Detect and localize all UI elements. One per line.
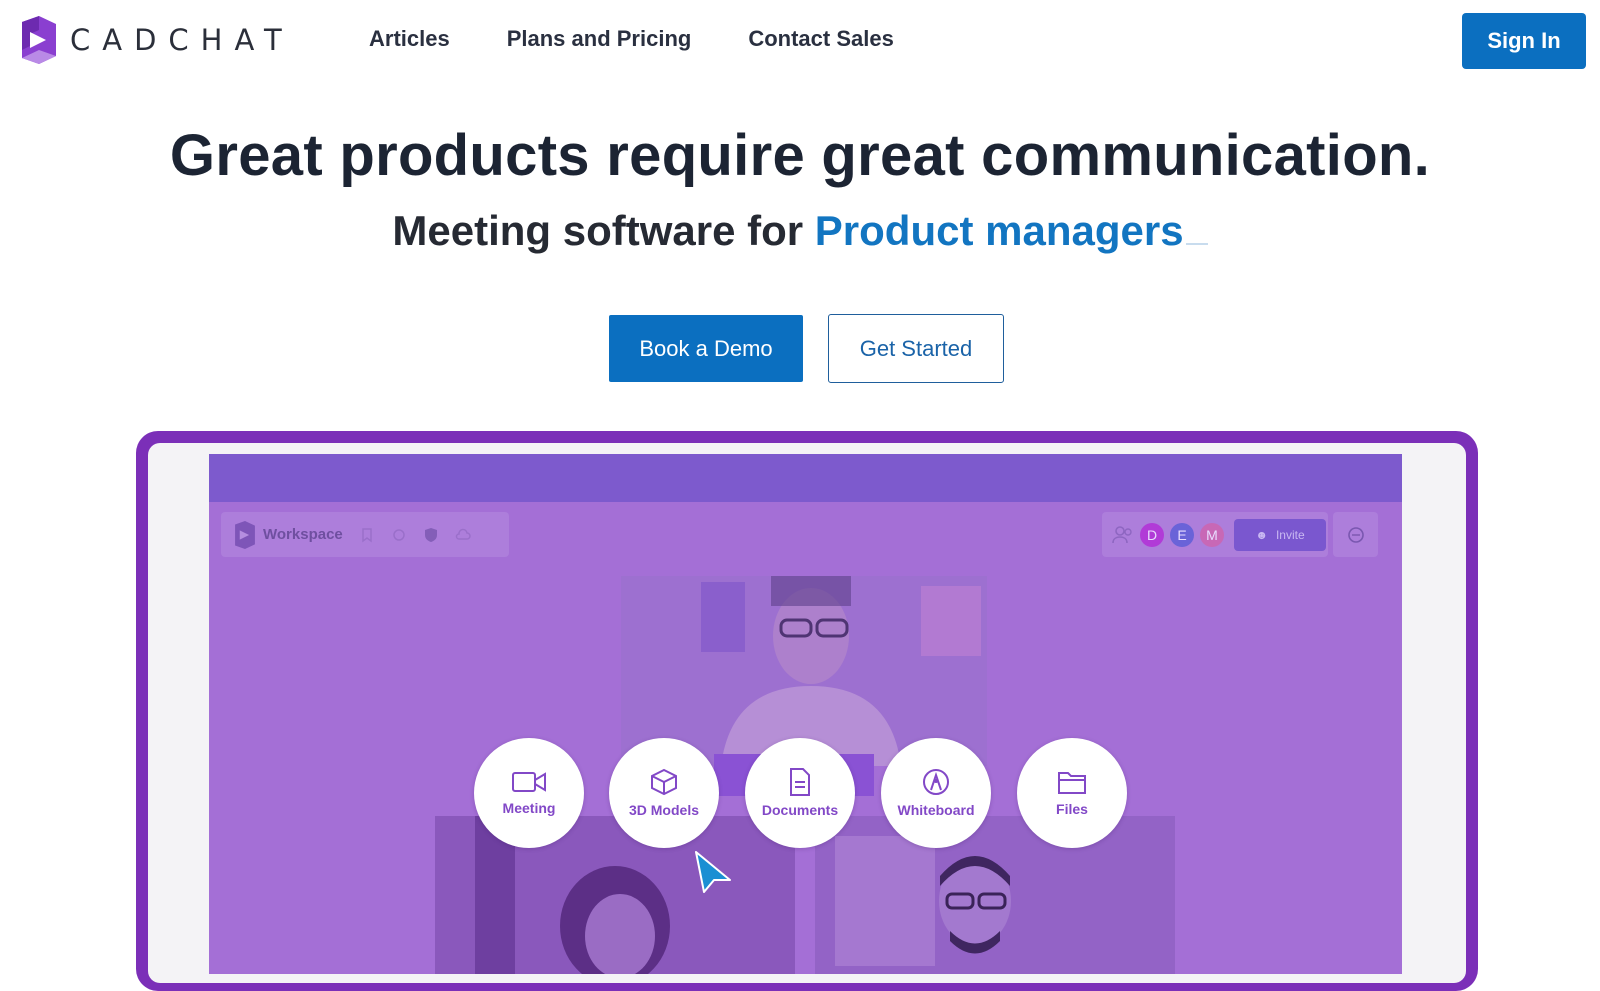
feature-label: Files [1056,801,1088,817]
workspace-logo-icon [235,520,255,549]
product-mockup-frame: Workspace D E M ☻ Invite Meeting 3D Mode… [136,431,1478,991]
get-started-button[interactable]: Get Started [828,314,1004,383]
settings-icon [393,528,405,541]
feature-label: Whiteboard [897,802,975,818]
invite-button[interactable]: ☻ Invite [1234,518,1326,551]
chat-button[interactable] [1333,512,1378,557]
feature-3d-models[interactable]: 3D Models [609,738,719,848]
hero-headline: Great products require great communicati… [169,123,1431,188]
feature-whiteboard[interactable]: Whiteboard [881,738,991,848]
workspace-bar: Workspace [221,512,509,557]
book-demo-button[interactable]: Book a Demo [609,315,803,382]
brand-name: CADCHAT [70,23,294,57]
folder-icon [1058,772,1086,794]
app-preview: Workspace D E M ☻ Invite Meeting 3D Mode… [209,454,1402,974]
typing-caret [1185,213,1208,245]
video-tile-right [815,816,1175,974]
document-icon [790,768,810,796]
invite-label: Invite [1275,527,1305,542]
invite-icon: ☻ [1255,527,1268,542]
nav-contact-sales[interactable]: Contact Sales [748,26,894,52]
top-nav: CADCHAT Articles Plans and Pricing Conta… [0,0,1600,82]
feature-files[interactable]: Files [1017,738,1127,848]
nav-plans-pricing[interactable]: Plans and Pricing [507,26,692,52]
app-header-bar [209,454,1402,502]
video-tile-left [435,816,795,974]
participants-bar: D E M ☻ Invite [1102,512,1328,557]
sign-in-button[interactable]: Sign In [1462,13,1586,69]
bookmark-icon [362,527,372,542]
participant-avatar[interactable]: E [1170,522,1194,547]
participants-icon [1112,525,1132,543]
workspace-label: Workspace [263,526,343,543]
feature-documents[interactable]: Documents [745,738,855,848]
participant-video-image [815,816,1175,974]
shield-icon [424,527,437,542]
cloud-icon [455,528,471,540]
nav-links: Articles Plans and Pricing Contact Sales [369,26,951,52]
mockup-screen: Workspace D E M ☻ Invite Meeting 3D Mode… [148,443,1466,983]
subline-prefix: Meeting software for [392,207,804,254]
cadchat-logo-icon [22,16,56,64]
hero-subline: Meeting software for Product managers [0,207,1600,255]
cube-icon [651,768,677,796]
feature-label: 3D Models [628,802,699,818]
video-camera-icon [512,772,546,792]
feature-meeting[interactable]: Meeting [474,738,584,848]
participant-video-image [435,816,795,974]
feature-label: Documents [761,802,839,818]
feature-label: Meeting [502,800,556,816]
participant-avatar[interactable]: D [1140,522,1164,547]
pen-tool-icon [923,769,949,795]
participant-avatar[interactable]: M [1200,522,1224,547]
brand-logo[interactable]: CADCHAT [22,16,294,64]
nav-articles[interactable]: Articles [369,26,450,52]
chat-icon [1347,526,1364,543]
subline-accent: Product managers [814,207,1184,254]
mouse-cursor-icon [695,851,731,893]
